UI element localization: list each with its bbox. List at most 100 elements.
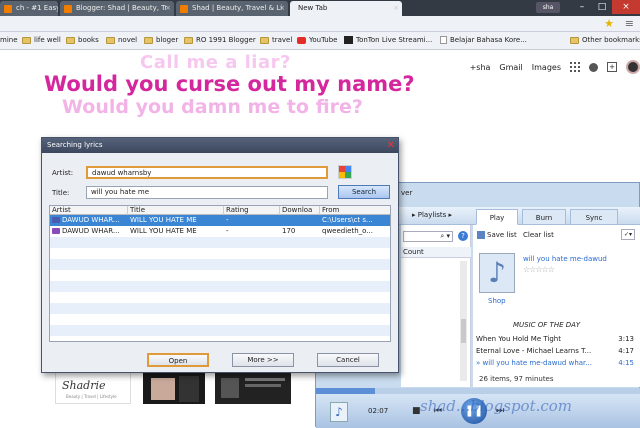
table-row[interactable]: DAWUD WHAR... WILL YOU HATE ME - 170 qwe… — [50, 226, 390, 237]
cancel-button[interactable]: Cancel — [317, 353, 379, 367]
breadcrumb[interactable]: ▸ Playlists ▸ — [412, 211, 452, 219]
google-search-icon[interactable] — [338, 165, 352, 179]
results-table-header: Artist Title Rating Downloa From — [50, 206, 390, 215]
rating-stars-icon[interactable]: ☆☆☆☆☆ — [523, 265, 555, 274]
bookmark-item[interactable]: travel — [260, 36, 292, 44]
playlist-item-current[interactable]: » will you hate me-dawud whar... 4:15 — [476, 359, 638, 369]
folder-icon — [22, 36, 31, 44]
more-button[interactable]: More >> — [232, 353, 294, 367]
library-pane: ⌕ ▾ ? Count — [401, 225, 471, 387]
notifications-icon[interactable] — [589, 62, 598, 72]
list-pane: Save list Clear list ✓▾ ♪ Shop will you … — [473, 225, 640, 387]
photo-thumbnail-image — [151, 376, 199, 402]
elapsed-time: 02:07 — [368, 407, 389, 415]
bookmark-item[interactable]: TonTon Live Streami... — [344, 36, 432, 44]
tab-burn[interactable]: Burn — [522, 209, 566, 225]
playlist-summary: 26 items, 97 minutes — [479, 375, 554, 383]
gmail-link[interactable]: Gmail — [499, 63, 522, 72]
star-icon[interactable]: ★ — [604, 17, 614, 30]
photo-thumbnail-image — [221, 378, 285, 398]
bookmark-item[interactable]: Other bookmarks — [570, 36, 640, 44]
lyric-line-2: Would you curse out my name? — [44, 72, 415, 96]
lyric-line-3: Would you damn me to fire? — [62, 96, 363, 118]
help-icon[interactable]: ? — [458, 231, 468, 241]
address-bar[interactable]: ★ ≡ — [0, 16, 640, 32]
tab-sync[interactable]: Sync — [570, 209, 618, 225]
scrollbar[interactable] — [460, 261, 467, 381]
bookmark-item[interactable]: novel — [106, 36, 137, 44]
close-icon[interactable]: ✕ — [387, 138, 395, 153]
playlist-item[interactable]: Eternal Love - Michael Learns T... 4:17 — [476, 347, 638, 357]
blog-logo-image: Shadrie Beauty | Travel | Lifestyle — [62, 379, 117, 399]
bookmark-item[interactable]: life well — [22, 36, 61, 44]
clear-list-button[interactable]: Clear list — [523, 231, 554, 239]
column-header-count[interactable]: Count — [401, 247, 471, 258]
user-link[interactable]: +sha — [470, 63, 491, 72]
folder-icon — [66, 36, 75, 44]
thumbnail[interactable] — [143, 372, 205, 404]
bookmark-item[interactable]: Belajar Bahasa Kore... — [440, 36, 527, 44]
bookmark-item[interactable]: bloger — [144, 36, 178, 44]
shop-link[interactable]: Shop — [488, 297, 506, 305]
playlist-item[interactable]: When You Hold Me Tight 3:13 — [476, 335, 638, 345]
searching-lyrics-dialog: Searching lyrics ✕ Artist: dawud wharnsb… — [41, 137, 399, 373]
current-track-arrow-icon: » will you hate me-dawud whar... — [476, 359, 592, 367]
tab-2[interactable]: Blogger: Shad | Beauty, Tr × — [60, 1, 174, 16]
title-input[interactable]: will you hate me — [86, 186, 328, 199]
tab-3[interactable]: Shad | Beauty, Travel & Li × — [176, 1, 288, 16]
maximize-icon[interactable]: □ — [592, 0, 612, 14]
svg-text:Beauty | Travel | Lifestyle: Beauty | Travel | Lifestyle — [66, 394, 117, 399]
thumbnail[interactable]: Shadrie Beauty | Travel | Lifestyle — [55, 372, 131, 404]
title-label: Title: — [52, 189, 70, 197]
avatar[interactable] — [626, 60, 640, 74]
images-link[interactable]: Images — [532, 63, 561, 72]
folder-icon — [106, 36, 115, 44]
list-options-icon[interactable]: ✓▾ — [621, 229, 635, 240]
tab-1[interactable]: ch - #1 Easy & — [0, 1, 58, 16]
share-plus-icon[interactable]: + — [607, 62, 617, 72]
blog-watermark: shad...blogspot.com — [420, 397, 573, 415]
close-tab-icon[interactable]: × — [393, 1, 399, 16]
column-header-downloads[interactable]: Downloa — [280, 206, 320, 215]
save-list-button[interactable]: Save list — [477, 231, 517, 239]
bookmark-item[interactable]: mine — [0, 36, 18, 44]
profile-badge[interactable]: sha — [536, 2, 560, 13]
save-icon — [477, 231, 485, 239]
thumbnail[interactable] — [215, 372, 291, 404]
menu-icon[interactable]: ≡ — [625, 17, 634, 30]
artist-input[interactable]: dawud wharnsby — [86, 166, 328, 179]
bookmarks-bar: mine life well books novel bloger RO 199… — [0, 32, 640, 50]
window-title: ver — [401, 189, 413, 197]
search-button[interactable]: Search — [338, 185, 390, 199]
close-window-icon[interactable]: × — [612, 0, 640, 14]
minimize-icon[interactable]: – — [572, 0, 592, 14]
open-button[interactable]: Open — [147, 353, 209, 367]
column-header-artist[interactable]: Artist — [50, 206, 128, 215]
now-playing-icon[interactable]: ♪ — [330, 402, 348, 422]
library-search-input[interactable]: ⌕ ▾ — [403, 231, 453, 242]
close-tab-icon[interactable]: × — [165, 1, 171, 16]
bookmark-item[interactable]: YouTube — [297, 36, 337, 44]
apps-grid-icon[interactable] — [570, 62, 580, 72]
window-controls: – □ × — [572, 0, 640, 16]
bookmark-item[interactable]: RO 1991 Blogger — [184, 36, 256, 44]
column-header-rating[interactable]: Rating — [224, 206, 280, 215]
lyric-line-1: Call me a liar? — [140, 52, 291, 73]
page-icon — [440, 36, 447, 44]
music-of-the-day-heading: MUSIC OF THE DAY — [513, 321, 581, 329]
lyrics-file-icon — [52, 217, 60, 223]
tab-new-tab[interactable]: New Tab × — [290, 1, 402, 16]
bookmark-item[interactable]: books — [66, 36, 99, 44]
folder-icon — [144, 36, 153, 44]
table-row[interactable]: DAWUD WHAR... WILL YOU HATE ME - C:\User… — [50, 215, 390, 226]
column-header-title[interactable]: Title — [128, 206, 224, 215]
column-header-from[interactable]: From — [320, 206, 390, 215]
dialog-title: Searching lyrics — [42, 138, 398, 153]
tab-play[interactable]: Play — [476, 209, 518, 225]
tonton-icon — [344, 36, 353, 44]
blogger-icon — [180, 5, 188, 13]
blogger-icon — [64, 5, 72, 13]
now-playing-title[interactable]: will you hate me-dawud — [523, 255, 635, 263]
browser-tab-strip: ch - #1 Easy & Blogger: Shad | Beauty, T… — [0, 0, 640, 16]
close-tab-icon[interactable]: × — [279, 1, 285, 16]
